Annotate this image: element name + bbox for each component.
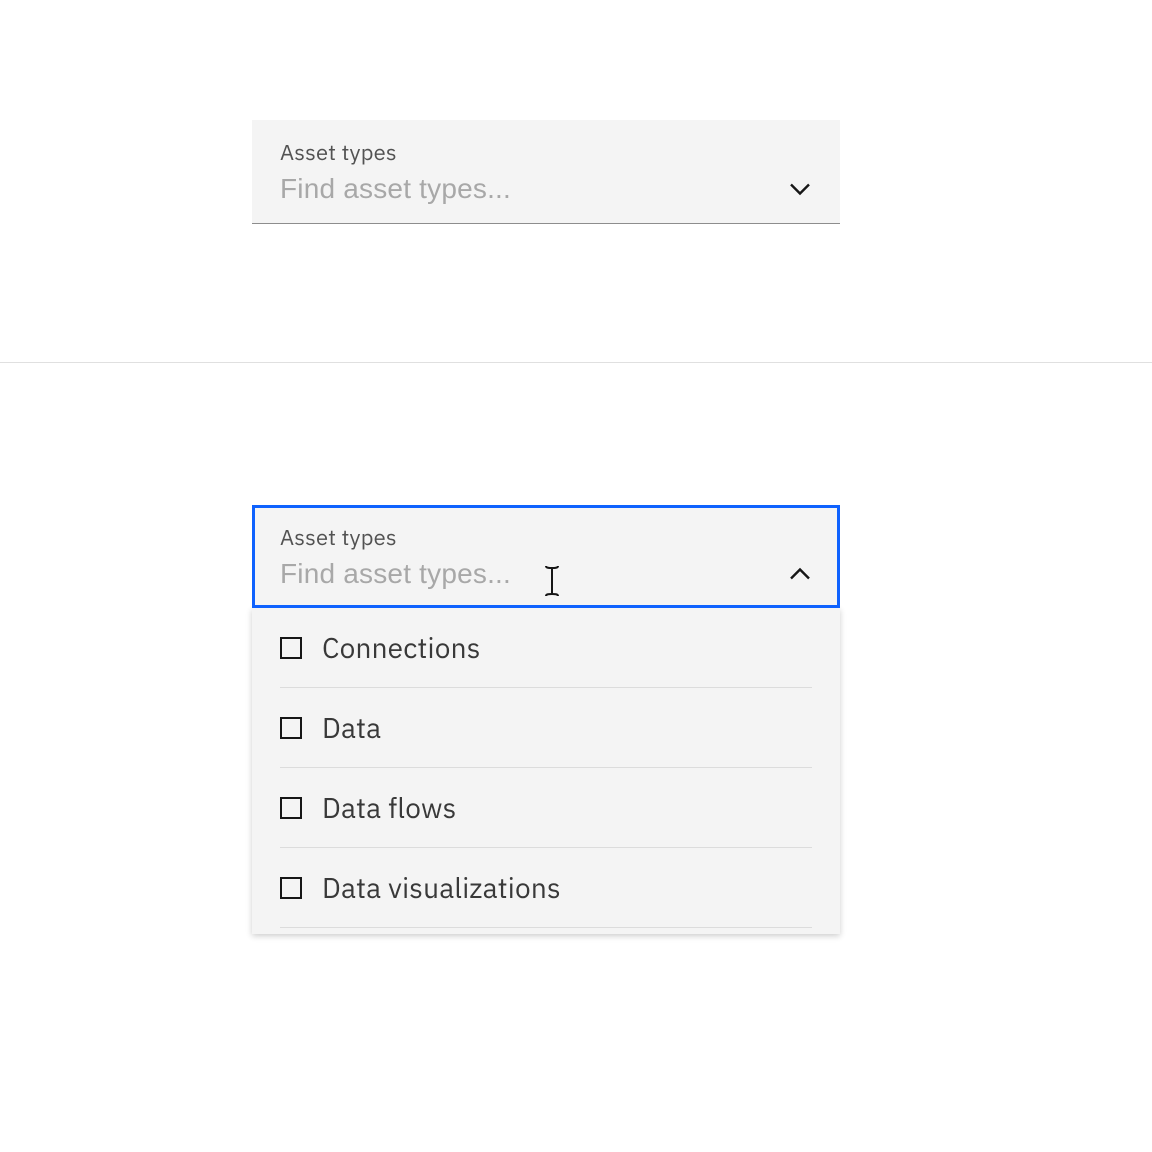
option-data-flows[interactable]: Data flows bbox=[252, 768, 840, 848]
input-row bbox=[280, 558, 812, 590]
multiselect-closed: Asset types bbox=[252, 120, 840, 224]
dropdown-menu: Connections Data Data flows Data visuali… bbox=[252, 608, 840, 934]
filter-input[interactable] bbox=[280, 558, 788, 590]
option-connections[interactable]: Connections bbox=[252, 608, 840, 688]
option-label: Data flows bbox=[322, 789, 456, 826]
field-label: Asset types bbox=[280, 523, 812, 552]
checkbox-icon[interactable] bbox=[280, 797, 302, 819]
option-data[interactable]: Data bbox=[252, 688, 840, 768]
section-divider bbox=[0, 362, 1152, 363]
checkbox-icon[interactable] bbox=[280, 877, 302, 899]
multiselect-field-focused[interactable]: Asset types bbox=[252, 505, 840, 608]
checkbox-icon[interactable] bbox=[280, 637, 302, 659]
multiselect-field[interactable]: Asset types bbox=[252, 120, 840, 224]
option-model-builders[interactable]: Model builders bbox=[252, 928, 840, 934]
option-label: Connections bbox=[322, 629, 481, 666]
option-data-visualizations[interactable]: Data visualizations bbox=[252, 848, 840, 928]
filter-input[interactable] bbox=[280, 173, 788, 205]
checkbox-icon[interactable] bbox=[280, 717, 302, 739]
input-row bbox=[280, 173, 812, 205]
chevron-up-icon[interactable] bbox=[788, 562, 812, 586]
field-label: Asset types bbox=[280, 138, 812, 167]
chevron-down-icon[interactable] bbox=[788, 177, 812, 201]
option-label: Data visualizations bbox=[322, 869, 561, 906]
option-label: Data bbox=[322, 709, 381, 746]
multiselect-open: Asset types Connections Data bbox=[252, 505, 840, 934]
